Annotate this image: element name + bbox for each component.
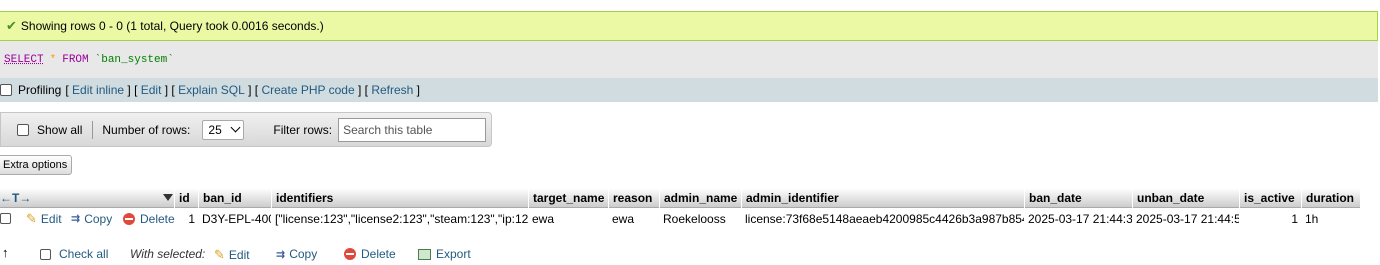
sort-down-icon[interactable] (163, 194, 173, 201)
column-header-ban-date[interactable]: ban_date (1024, 188, 1082, 208)
column-header-admin-identifier[interactable]: admin_identifier (741, 188, 839, 208)
column-header-unban-date[interactable]: unban_date (1132, 188, 1204, 208)
column-header-ban-id[interactable]: ban_id (198, 188, 242, 208)
sql-query-box: SELECT * FROM `ban_system` (0, 41, 1378, 78)
sql-table-name: `ban_system` (94, 53, 174, 66)
divider (92, 120, 94, 139)
row-edit-label[interactable]: Edit (41, 212, 62, 226)
column-header-duration[interactable]: duration (1301, 188, 1354, 208)
sql-select-keyword[interactable]: SELECT (4, 54, 44, 66)
cell-id[interactable]: 1 (174, 208, 198, 229)
column-header-identifiers[interactable]: identifiers (271, 188, 333, 208)
bulk-edit-label[interactable]: Edit (229, 248, 250, 262)
bulk-edit-button[interactable]: ✎ Edit (214, 247, 250, 263)
with-selected-label: With selected: (130, 247, 206, 261)
rows-per-page-select[interactable]: 25 (202, 119, 245, 140)
bulk-export-label[interactable]: Export (436, 247, 471, 261)
success-message: ✔ Showing rows 0 - 0 (1 total, Query too… (0, 11, 1378, 41)
explain-sql-link[interactable]: Explain SQL (178, 83, 245, 97)
status-text: Showing rows 0 - 0 (1 total, Query took … (20, 19, 324, 33)
check-all-label[interactable]: Check all (59, 247, 108, 261)
query-tools-bar: Profiling [ Edit inline ] [ Edit ] [ Exp… (0, 78, 1378, 102)
chevron-down-icon (230, 122, 241, 133)
row-delete-action[interactable]: Delete (119, 208, 175, 229)
create-php-code-link[interactable]: Create PHP code (261, 83, 354, 97)
profiling-label: Profiling (18, 83, 62, 97)
bulk-copy-label[interactable]: Copy (289, 247, 317, 261)
filter-rows-input[interactable]: Search this table (338, 117, 487, 142)
copy-icon: ⇉ (276, 248, 286, 261)
bulk-actions-bar: ↑ Check all With selected: ✎ Edit ⇉ Copy… (0, 245, 900, 265)
sql-from-keyword: FROM (62, 53, 89, 66)
cell-reason[interactable]: ewa (608, 208, 659, 229)
extra-options-button[interactable]: Extra options (0, 155, 73, 175)
table-row: ✎ Edit ⇉ Copy Delete 1 D3Y-EPL-400 ["lic… (0, 208, 1360, 229)
copy-icon: ⇉ (71, 213, 81, 225)
cell-target-name[interactable]: ewa (528, 208, 608, 229)
nav-arrows-header[interactable]: ←T→ (0, 188, 173, 208)
check-icon: ✔ (6, 18, 17, 33)
delete-icon (123, 212, 135, 225)
refresh-link[interactable]: Refresh (371, 83, 413, 97)
bulk-delete-label[interactable]: Delete (361, 247, 396, 261)
pencil-icon: ✎ (26, 210, 37, 226)
row-delete-label[interactable]: Delete (140, 212, 175, 226)
edit-link[interactable]: Edit (141, 83, 162, 97)
filter-label: Filter rows: (273, 122, 333, 137)
pencil-icon: ✎ (214, 247, 225, 262)
column-header-is-active[interactable]: is_active (1239, 188, 1295, 208)
table-header: ←T→ id ban_id identifiers target_name re… (0, 188, 1360, 208)
row-copy-label[interactable]: Copy (84, 212, 112, 226)
show-all-label: Show all (37, 122, 83, 137)
rows-per-page-value: 25 (208, 122, 222, 137)
column-header-target-name[interactable]: target_name (528, 188, 604, 208)
column-header-reason[interactable]: reason (608, 188, 652, 208)
column-header-id[interactable]: id (174, 188, 190, 208)
edit-inline-link[interactable]: Edit inline (72, 83, 124, 97)
bulk-export-button[interactable]: Export (418, 247, 471, 261)
rows-label: Number of rows: (102, 122, 191, 137)
cell-admin-name[interactable]: Roekelooss (659, 208, 741, 229)
show-all-checkbox[interactable] (17, 123, 29, 136)
delete-icon (344, 248, 356, 260)
cell-duration[interactable]: 1h (1301, 208, 1351, 229)
bulk-copy-button[interactable]: ⇉ Copy (276, 247, 317, 261)
column-header-admin-name[interactable]: admin_name (659, 188, 737, 208)
cell-admin-identifier[interactable]: license:73f68e5148aeaeb4200985c4426b3a98… (741, 208, 1024, 229)
sql-star: * (49, 53, 57, 66)
cell-identifiers[interactable]: ["license:123","license2:123","steam:123… (271, 208, 528, 229)
check-all-control[interactable]: Check all (40, 247, 108, 261)
row-checkbox[interactable] (0, 213, 11, 224)
cell-is-active[interactable]: 1 (1239, 208, 1301, 229)
cell-ban-id[interactable]: D3Y-EPL-400 (198, 208, 271, 229)
bulk-delete-button[interactable]: Delete (344, 247, 396, 261)
cell-ban-date[interactable]: 2025-03-17 21:44:35 (1024, 208, 1132, 229)
row-copy-action[interactable]: ⇉ Copy (67, 208, 112, 229)
row-edit-action[interactable]: ✎ Edit (22, 208, 62, 229)
profiling-checkbox[interactable] (0, 84, 12, 96)
nav-arrows[interactable]: ←T→ (0, 191, 31, 205)
navigation-panel: Show all Number of rows: 25 Filter rows:… (0, 112, 492, 147)
row-select-cell (0, 208, 11, 229)
cell-unban-date[interactable]: 2025-03-17 21:44:56 (1132, 208, 1239, 229)
